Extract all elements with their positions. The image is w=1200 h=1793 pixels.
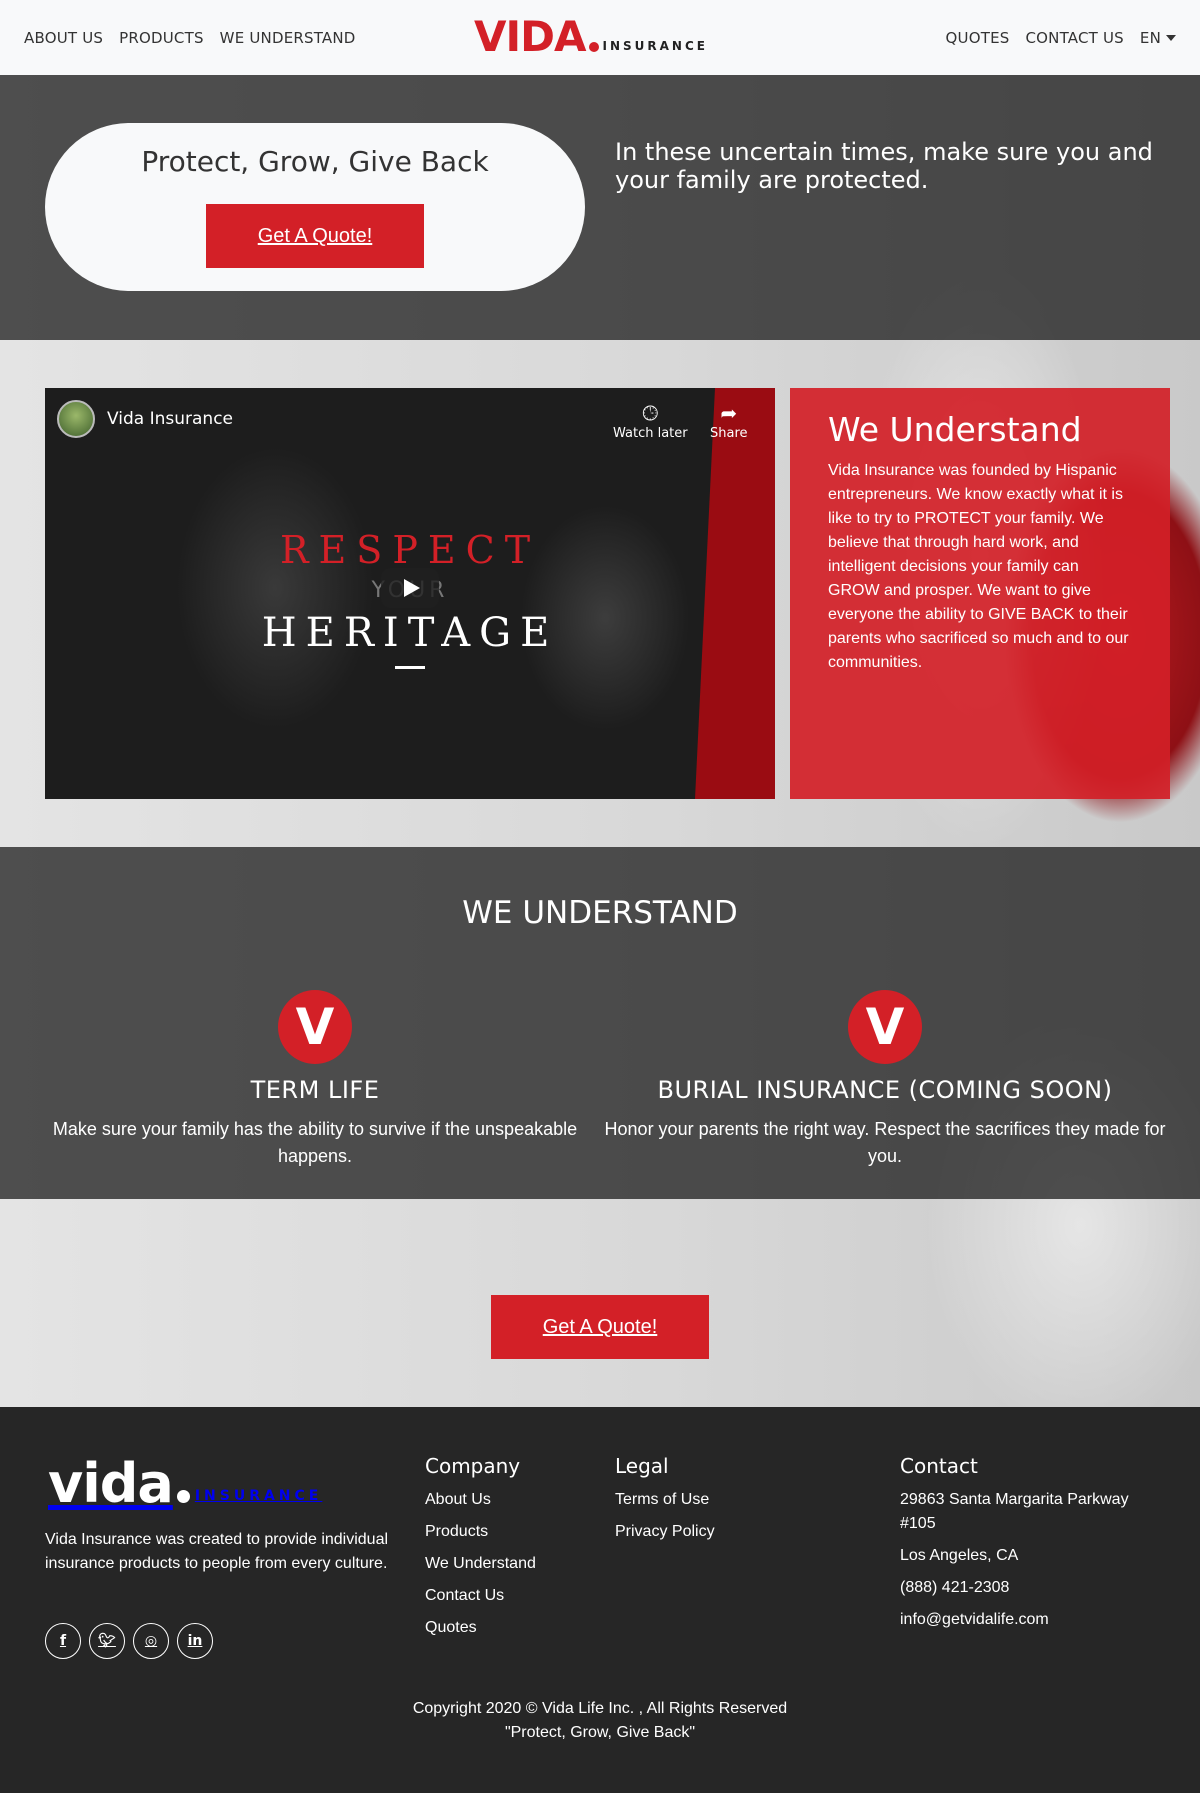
logo-subtitle: INSURANCE — [602, 39, 708, 53]
watch-later-button[interactable]: 🕒︎ Watch later — [613, 400, 688, 441]
hero-heading: Protect, Grow, Give Back — [141, 145, 489, 178]
contact-city: Los Angeles, CA — [900, 1547, 1019, 1564]
footer-link-terms[interactable]: Terms of Use — [615, 1488, 715, 1512]
nav-we-understand[interactable]: WE UNDERSTAND — [220, 29, 356, 47]
top-navbar: ABOUT US PRODUCTS WE UNDERSTAND vida INS… — [0, 0, 1200, 75]
contact-address: 29863 Santa Margarita Parkway #105 — [900, 1491, 1129, 1532]
footer-contact-column: Contact 29863 Santa Margarita Parkway #1… — [900, 1454, 1160, 1640]
footer-link-contact-us[interactable]: Contact Us — [425, 1584, 536, 1608]
footer-link-quotes[interactable]: Quotes — [425, 1616, 536, 1640]
footer-logo-subtitle: INSURANCE — [194, 1488, 323, 1504]
get-quote-button[interactable]: Get A Quote! — [206, 204, 424, 268]
share-icon: ➦ — [720, 401, 738, 425]
footer-about-text: Vida Insurance was created to provide in… — [45, 1531, 389, 1572]
feature-text: Honor your parents the right way. Respec… — [604, 1119, 1166, 1166]
share-button[interactable]: ➦ Share — [710, 400, 748, 441]
feature-text: Make sure your family has the ability to… — [52, 1119, 578, 1166]
feature-term-life: V TERM LIFE Make sure your family has th… — [30, 990, 600, 1170]
footer-logo-dot — [176, 1490, 190, 1503]
footer-link-products[interactable]: Products — [425, 1520, 536, 1544]
nav-about-us[interactable]: ABOUT US — [24, 29, 103, 47]
footer-contact-title: Contact — [900, 1454, 978, 1478]
copyright-text: Copyright 2020 © Vida Life Inc. , All Ri… — [412, 1700, 788, 1717]
feature-title: TERM LIFE — [250, 1076, 380, 1104]
footer-logo-wordmark: vida — [48, 1452, 174, 1515]
footer-legal-column: Legal Terms of Use Privacy Policy — [615, 1454, 715, 1552]
nav-contact-us[interactable]: CONTACT US — [1025, 29, 1123, 47]
contact-email[interactable]: info@getvidalife.com — [900, 1608, 1160, 1632]
nav-quotes[interactable]: QUOTES — [946, 29, 1010, 47]
video-player[interactable]: Vida Insurance 🕒︎ Watch later ➦ Share RE… — [45, 388, 775, 799]
footer: vida INSURANCE Vida Insurance was create… — [0, 1407, 1200, 1793]
language-label: EN — [1139, 28, 1161, 47]
feature-title: BURIAL INSURANCE (COMING SOON) — [657, 1076, 1113, 1104]
section-title: WE UNDERSTAND — [462, 895, 738, 931]
twitter-icon[interactable]: 🐦︎ — [89, 1623, 125, 1659]
social-links: f 🐦︎ ◎ in — [45, 1623, 213, 1659]
video-title-respect: RESPECT — [279, 528, 541, 572]
contact-phone[interactable]: (888) 421-2308 — [900, 1576, 1160, 1600]
nav-left-links: ABOUT US PRODUCTS WE UNDERSTAND — [24, 29, 356, 47]
we-understand-card: We Understand Vida Insurance was founded… — [790, 388, 1170, 799]
footer-company-column: Company About Us Products We Understand … — [425, 1454, 536, 1648]
footer-link-about-us[interactable]: About Us — [425, 1488, 536, 1512]
card-title: We Understand — [828, 410, 1082, 449]
footer-motto: "Protect, Grow, Give Back" — [504, 1724, 696, 1741]
footer-link-we-understand[interactable]: We Understand — [425, 1552, 536, 1576]
logo-dot — [588, 42, 599, 52]
language-dropdown[interactable]: EN — [1140, 29, 1176, 47]
copyright-block: Copyright 2020 © Vida Life Inc. , All Ri… — [0, 1697, 1200, 1745]
nav-products[interactable]: PRODUCTS — [119, 29, 204, 47]
reddit-icon[interactable]: ◎ — [133, 1623, 169, 1659]
hero-pill: Protect, Grow, Give Back Get A Quote! — [45, 123, 585, 291]
logo-wordmark: vida — [474, 12, 586, 61]
v-logo-icon: V — [278, 990, 352, 1064]
footer-legal-title: Legal — [615, 1454, 669, 1478]
clock-icon: 🕒︎ — [642, 401, 659, 425]
share-label: Share — [710, 426, 748, 441]
video-channel[interactable]: Vida Insurance — [57, 400, 233, 438]
footer-company-title: Company — [425, 1454, 521, 1478]
feature-burial-insurance: V BURIAL INSURANCE (COMING SOON) Honor y… — [600, 990, 1170, 1170]
get-quote-button-bottom[interactable]: Get A Quote! — [491, 1295, 709, 1359]
channel-avatar — [57, 400, 95, 438]
footer-logo[interactable]: vida INSURANCE — [48, 1457, 322, 1511]
video-title-heritage: HERITAGE — [261, 610, 559, 656]
footer-link-privacy[interactable]: Privacy Policy — [615, 1520, 715, 1544]
card-body: Vida Insurance was founded by Hispanic e… — [828, 462, 1129, 671]
channel-name: Vida Insurance — [107, 409, 233, 429]
hero-tagline: In these uncertain times, make sure you … — [615, 138, 1153, 194]
linkedin-icon[interactable]: in — [177, 1623, 213, 1659]
play-icon[interactable] — [381, 568, 439, 608]
watch-later-label: Watch later — [613, 426, 688, 441]
brand-logo[interactable]: vida INSURANCE — [474, 14, 708, 58]
nav-right-links: QUOTES CONTACT US EN — [946, 29, 1176, 47]
facebook-icon[interactable]: f — [45, 1623, 81, 1659]
caret-down-icon — [1166, 35, 1176, 41]
v-logo-icon: V — [848, 990, 922, 1064]
video-title-rule — [395, 666, 425, 669]
